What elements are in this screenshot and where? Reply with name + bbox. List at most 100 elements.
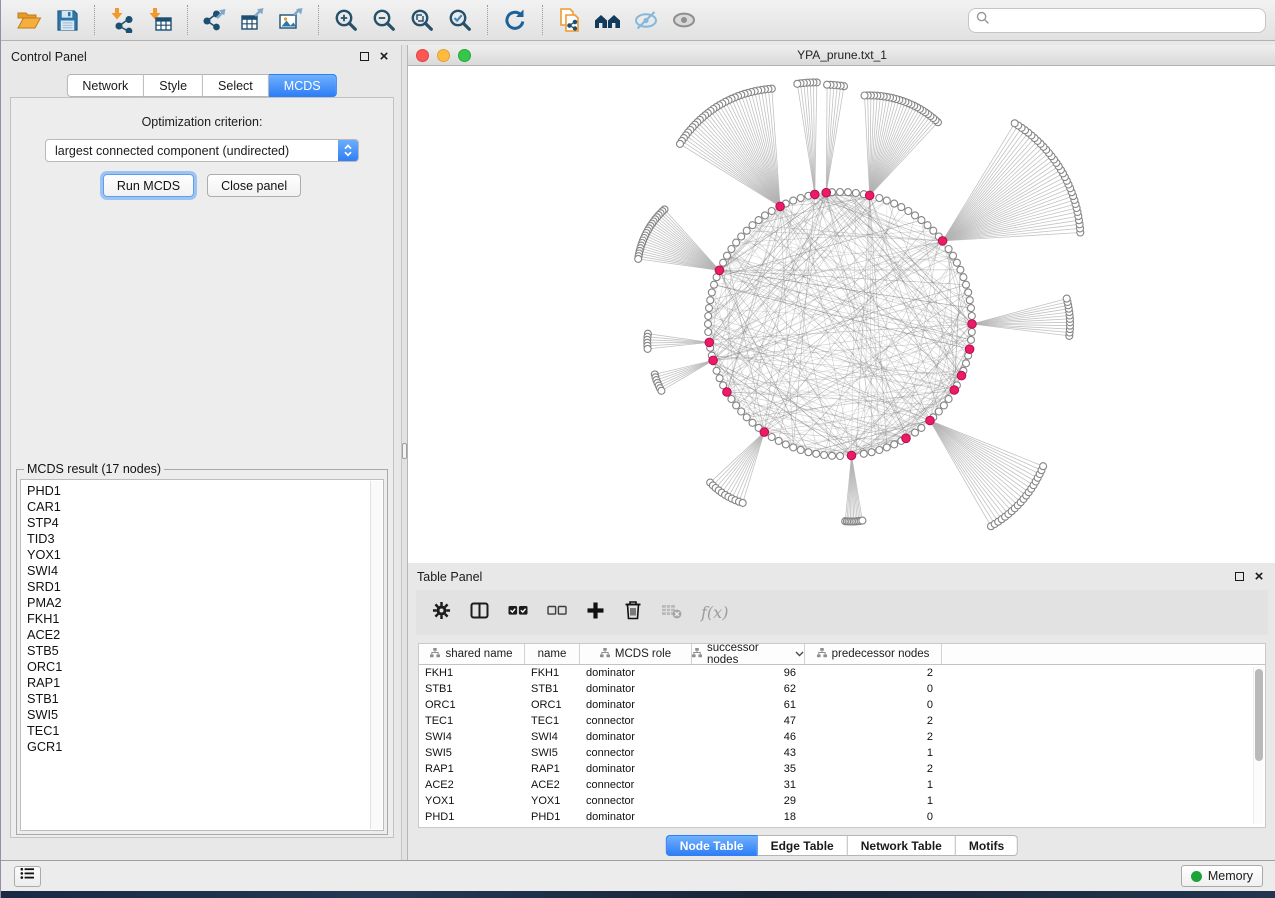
column-header-shared-name[interactable]: shared name: [419, 644, 525, 664]
export-image-button[interactable]: [273, 4, 309, 36]
table-row[interactable]: RAP1RAP1dominator352: [419, 761, 1265, 777]
graph-node[interactable]: [1011, 120, 1018, 127]
graph-node[interactable]: [724, 252, 731, 259]
list-scrollbar-track[interactable]: [370, 481, 382, 829]
list-item-ace2[interactable]: ACE2: [27, 627, 383, 643]
graph-dominator-node[interactable]: [968, 320, 977, 329]
list-item-stb5[interactable]: STB5: [27, 643, 383, 659]
graph-node[interactable]: [644, 345, 651, 352]
graph-node[interactable]: [677, 140, 684, 147]
graph-node[interactable]: [797, 447, 804, 454]
graph-node[interactable]: [739, 499, 746, 506]
column-header-mcds-role[interactable]: MCDS role: [580, 644, 692, 664]
list-item-srd1[interactable]: SRD1: [27, 579, 383, 595]
close-table-panel-button[interactable]: ×: [1251, 569, 1267, 585]
search-input[interactable]: [995, 13, 1258, 27]
graph-node[interactable]: [706, 305, 713, 312]
graph-node[interactable]: [953, 259, 960, 266]
graph-dominator-node[interactable]: [926, 416, 935, 425]
graph-node[interactable]: [868, 449, 875, 456]
graph-dominator-node[interactable]: [811, 190, 820, 199]
add-column-button[interactable]: [586, 601, 605, 625]
graph-node[interactable]: [716, 375, 723, 382]
graph-node[interactable]: [883, 444, 890, 451]
list-item-yox1[interactable]: YOX1: [27, 547, 383, 563]
table-row[interactable]: FKH1FKH1dominator962: [419, 665, 1265, 681]
table-row[interactable]: ORC1ORC1dominator610: [419, 697, 1265, 713]
graph-node[interactable]: [762, 212, 769, 219]
export-network-button[interactable]: [197, 4, 233, 36]
graph-node[interactable]: [775, 437, 782, 444]
table-row[interactable]: PHD1PHD1dominator180: [419, 809, 1265, 825]
graph-dominator-node[interactable]: [957, 371, 966, 380]
search-box[interactable]: [968, 8, 1266, 33]
memory-button[interactable]: Memory: [1181, 865, 1263, 887]
graph-dominator-node[interactable]: [723, 388, 732, 397]
list-item-stp4[interactable]: STP4: [27, 515, 383, 531]
graph-node[interactable]: [891, 441, 898, 448]
list-item-stb1[interactable]: STB1: [27, 691, 383, 707]
mcds-result-list[interactable]: PHD1CAR1STP4TID3YOX1SWI4SRD1PMA2FKH1ACE2…: [20, 479, 384, 831]
graph-node[interactable]: [965, 289, 972, 296]
graph-node[interactable]: [960, 274, 967, 281]
close-panel-action-button[interactable]: Close panel: [207, 174, 301, 197]
graph-node[interactable]: [635, 255, 642, 262]
graph-node[interactable]: [805, 449, 812, 456]
table-settings-gear-button[interactable]: [432, 601, 451, 625]
tab-edge-table[interactable]: Edge Table: [758, 835, 848, 856]
list-item-tid3[interactable]: TID3: [27, 531, 383, 547]
graph-node[interactable]: [876, 447, 883, 454]
table-row[interactable]: SWI4SWI4dominator462: [419, 729, 1265, 745]
graph-node[interactable]: [794, 80, 801, 87]
graph-node[interactable]: [945, 246, 952, 253]
graph-dominator-node[interactable]: [709, 356, 718, 365]
tab-style[interactable]: Style: [144, 74, 203, 97]
list-item-tec1[interactable]: TEC1: [27, 723, 383, 739]
graph-node[interactable]: [813, 450, 820, 457]
delete-column-button[interactable]: [624, 600, 642, 625]
graph-node[interactable]: [957, 266, 964, 273]
list-item-fkh1[interactable]: FKH1: [27, 611, 383, 627]
graph-node[interactable]: [963, 360, 970, 367]
graph-node[interactable]: [755, 217, 762, 224]
table-scrollbar[interactable]: [1253, 667, 1263, 824]
show-all-button[interactable]: [666, 4, 702, 36]
graph-dominator-node[interactable]: [760, 428, 769, 437]
graph-dominator-node[interactable]: [965, 345, 974, 354]
hide-selected-button[interactable]: [628, 4, 664, 36]
table-row[interactable]: SWI5SWI5connector431: [419, 745, 1265, 761]
graph-dominator-node[interactable]: [950, 386, 959, 395]
graph-node[interactable]: [768, 208, 775, 215]
graph-node[interactable]: [940, 402, 947, 409]
graph-node[interactable]: [768, 434, 775, 441]
save-session-button[interactable]: [49, 4, 85, 36]
graph-fan-nodes[interactable]: [635, 79, 1084, 530]
graph-node[interactable]: [898, 204, 905, 211]
graph-node[interactable]: [876, 195, 883, 202]
graph-node[interactable]: [912, 212, 919, 219]
graph-node[interactable]: [733, 239, 740, 246]
tab-network-table[interactable]: Network Table: [848, 835, 956, 856]
graph-node[interactable]: [720, 259, 727, 266]
graph-dominator-node[interactable]: [715, 266, 724, 275]
graph-dominator-node[interactable]: [902, 434, 911, 443]
graph-node[interactable]: [705, 313, 712, 320]
zoom-selected-button[interactable]: [442, 4, 478, 36]
list-item-gcr1[interactable]: GCR1: [27, 739, 383, 755]
graph-node[interactable]: [797, 195, 804, 202]
float-table-panel-button[interactable]: [1231, 569, 1247, 585]
import-network-button[interactable]: [104, 4, 140, 36]
graph-dominator-node[interactable]: [822, 188, 831, 197]
graph-node[interactable]: [860, 450, 867, 457]
graph-dominator-node[interactable]: [847, 451, 856, 460]
graph-node[interactable]: [782, 441, 789, 448]
graph-node[interactable]: [821, 452, 828, 459]
import-table-button[interactable]: [142, 4, 178, 36]
list-item-swi5[interactable]: SWI5: [27, 707, 383, 723]
graph-node[interactable]: [861, 92, 868, 99]
export-table-button[interactable]: [235, 4, 271, 36]
graph-node[interactable]: [743, 414, 750, 421]
task-history-button[interactable]: [14, 866, 41, 887]
graph-node[interactable]: [1040, 463, 1047, 470]
graph-node[interactable]: [950, 252, 957, 259]
